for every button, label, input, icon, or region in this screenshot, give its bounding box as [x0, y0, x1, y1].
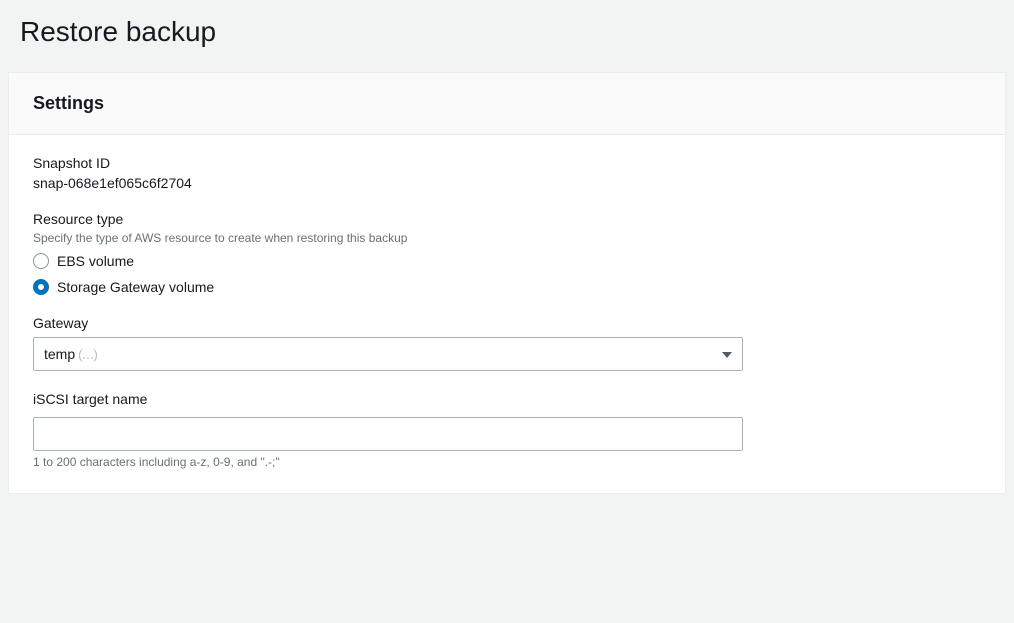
gateway-select-value: temp [44, 346, 75, 362]
gateway-field: Gateway temp (…) [33, 315, 981, 371]
resource-type-field: Resource type Specify the type of AWS re… [33, 211, 981, 295]
gateway-select[interactable]: temp (…) [33, 337, 743, 371]
radio-ebs-label: EBS volume [57, 253, 134, 269]
radio-ebs-volume[interactable]: EBS volume [33, 253, 981, 269]
iscsi-target-input[interactable] [33, 417, 743, 451]
page-title: Restore backup [20, 16, 1006, 48]
panel-heading: Settings [33, 93, 981, 114]
settings-panel: Settings Snapshot ID snap-068e1ef065c6f2… [8, 72, 1006, 494]
iscsi-target-hint: 1 to 200 characters including a-z, 0-9, … [33, 455, 981, 469]
snapshot-id-field: Snapshot ID snap-068e1ef065c6f2704 [33, 155, 981, 191]
snapshot-id-label: Snapshot ID [33, 155, 981, 171]
resource-type-radio-group: EBS volume Storage Gateway volume [33, 253, 981, 295]
resource-type-description: Specify the type of AWS resource to crea… [33, 231, 981, 245]
radio-icon [33, 279, 49, 295]
iscsi-target-field: iSCSI target name 1 to 200 characters in… [33, 391, 981, 469]
gateway-label: Gateway [33, 315, 981, 331]
radio-sgw-label: Storage Gateway volume [57, 279, 214, 295]
radio-storage-gateway-volume[interactable]: Storage Gateway volume [33, 279, 981, 295]
radio-icon [33, 253, 49, 269]
snapshot-id-value: snap-068e1ef065c6f2704 [33, 175, 981, 191]
gateway-select-value-redacted: (…) [78, 347, 97, 362]
resource-type-label: Resource type [33, 211, 981, 227]
iscsi-target-label: iSCSI target name [33, 391, 981, 407]
panel-header: Settings [9, 73, 1005, 135]
